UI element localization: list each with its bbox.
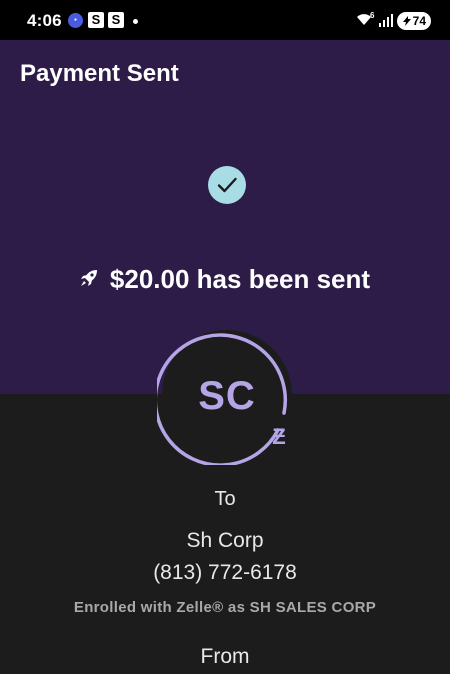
wifi-badge: 6	[370, 11, 375, 20]
recipient-name: Sh Corp	[186, 529, 264, 552]
zelle-icon: Ƶ	[272, 424, 286, 449]
success-check	[208, 166, 246, 204]
notification-icon: S	[108, 12, 124, 28]
notification-icon: S	[88, 12, 104, 28]
confirmation-row: $20.00 has been sent	[0, 264, 450, 295]
to-label: To	[214, 488, 236, 510]
avatar-initials: SC	[198, 374, 256, 418]
app-notification-icon: ●	[68, 13, 83, 28]
rocket-icon	[80, 269, 97, 286]
status-time: 4:06	[27, 11, 62, 30]
enrolled-note: Enrolled with Zelle® as SH SALES CORP	[73, 599, 377, 616]
check-icon	[217, 177, 237, 193]
page-title: Payment Sent	[20, 60, 179, 87]
from-label: From	[200, 645, 250, 668]
status-bar: 4:06 ● S S 6 74	[0, 0, 450, 40]
recipient-phone: (813) 772-6178	[153, 561, 297, 584]
battery-level: 74	[412, 14, 426, 28]
more-notifications-dot	[133, 19, 138, 24]
signal-icon	[379, 14, 393, 27]
confirmation-message: $20.00 has been sent	[109, 264, 371, 294]
battery-icon: 74	[397, 12, 431, 30]
